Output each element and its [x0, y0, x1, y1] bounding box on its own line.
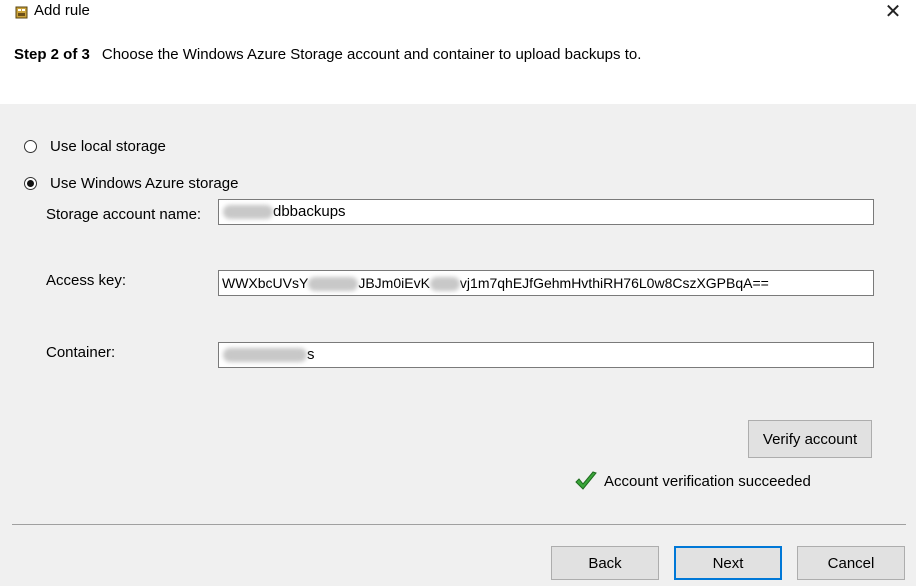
redacted-text	[223, 205, 273, 220]
verify-account-button[interactable]: Verify account	[748, 420, 872, 458]
local-storage-radio[interactable]	[24, 140, 37, 153]
local-storage-label: Use local storage	[50, 138, 166, 155]
access-key-input[interactable]: WWXbcUVsY JBJm0iEvK vj1m7qhEJfGehmHvthiRH7…	[218, 270, 874, 296]
check-icon	[575, 471, 597, 490]
next-button[interactable]: Next	[674, 546, 782, 580]
azure-storage-radio[interactable]	[24, 177, 37, 190]
close-button[interactable]: ✕	[880, 0, 906, 25]
local-storage-option[interactable]: Use local storage	[24, 138, 166, 155]
container-label: Container:	[46, 344, 116, 361]
step-description: Choose the Windows Azure Storage account…	[101, 46, 642, 63]
redacted-text	[308, 277, 359, 292]
container-value: s	[307, 346, 315, 363]
account-name-value: dbbackups	[273, 203, 346, 220]
wizard-header: Step 2 of 3 Choose the Windows Azure Stor…	[0, 28, 916, 104]
back-button[interactable]: Back	[551, 546, 659, 580]
container-input[interactable]: s	[218, 342, 874, 368]
footer-divider	[12, 524, 906, 525]
azure-storage-label: Use Windows Azure storage	[50, 175, 239, 192]
azure-storage-option[interactable]: Use Windows Azure storage	[24, 175, 238, 192]
close-icon: ✕	[884, 1, 902, 23]
step-heading: Step 2 of 3 Choose the Windows Azure Stor…	[14, 46, 641, 63]
cancel-button[interactable]: Cancel	[797, 546, 905, 580]
access-key-value-end: vj1m7qhEJfGehmHvthiRH76L0w8CszXGPBqA==	[459, 275, 769, 291]
window-title: Add rule	[34, 2, 90, 19]
access-key-value-start: WWXbcUVsY	[222, 275, 309, 291]
step-label: Step 2 of 3	[14, 46, 90, 63]
redacted-text	[223, 348, 307, 363]
account-name-label: Storage account name:	[46, 206, 202, 223]
verification-status: Account verification succeeded	[574, 470, 811, 492]
access-key-label: Access key:	[46, 272, 127, 289]
app-icon	[15, 6, 28, 19]
title-bar: Add rule ✕	[0, 0, 916, 28]
verification-status-text: Account verification succeeded	[604, 472, 811, 490]
access-key-value-mid: JBJm0iEvK	[358, 275, 430, 291]
redacted-text	[429, 277, 460, 292]
account-name-input[interactable]: dbbackups	[218, 199, 874, 225]
